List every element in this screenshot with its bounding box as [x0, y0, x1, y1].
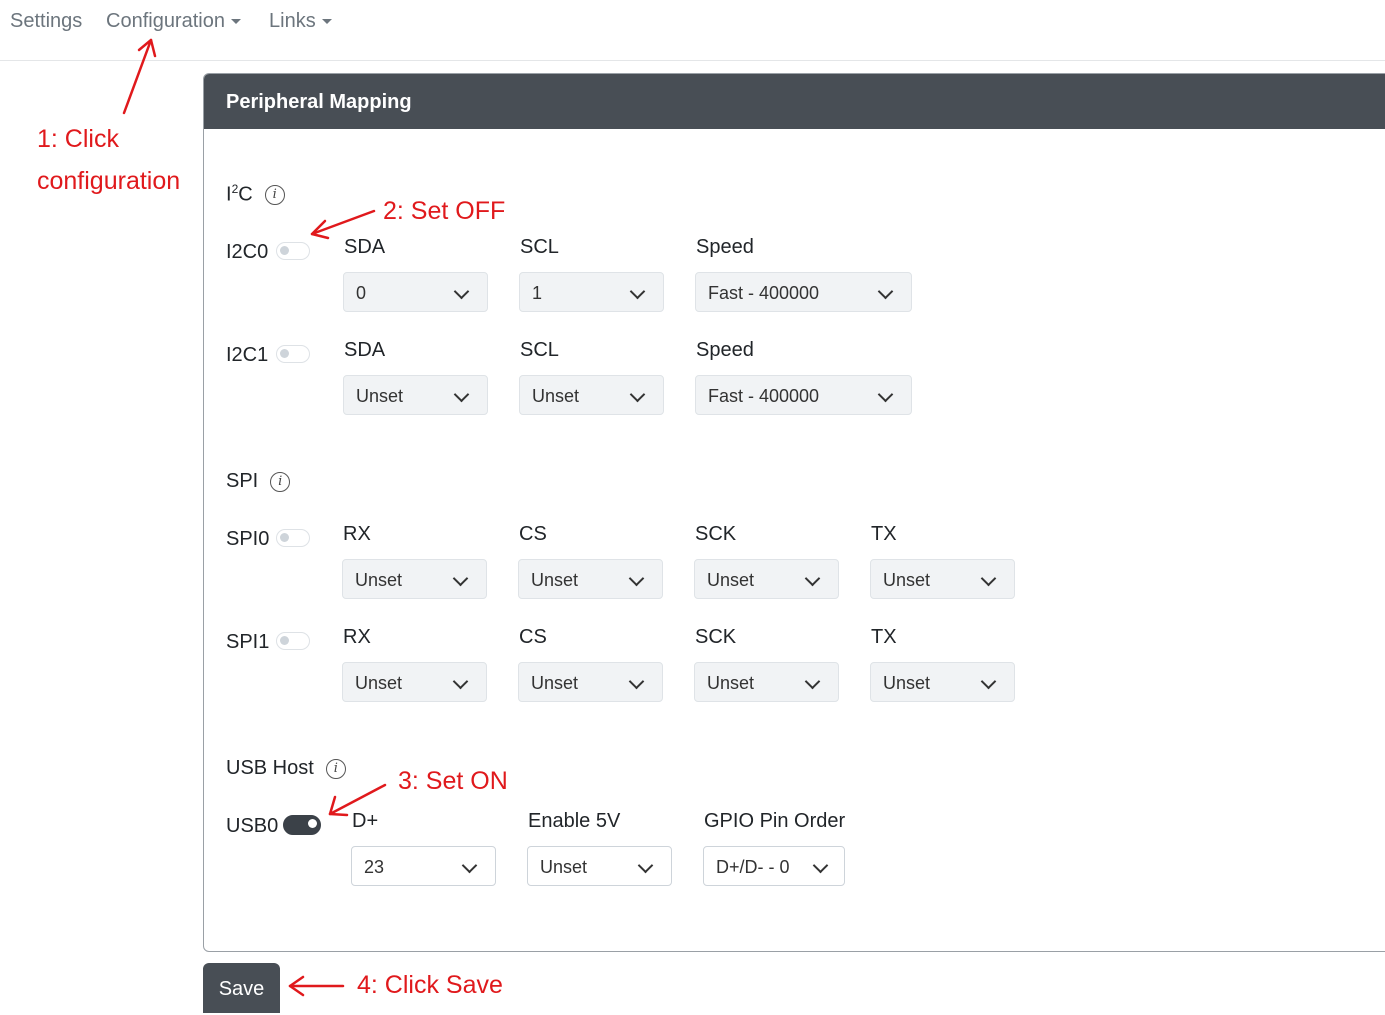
arrow-icon	[328, 783, 387, 816]
arrow-icon	[310, 209, 376, 236]
arrow-icon	[122, 38, 153, 115]
annotation-arrows	[122, 38, 387, 997]
